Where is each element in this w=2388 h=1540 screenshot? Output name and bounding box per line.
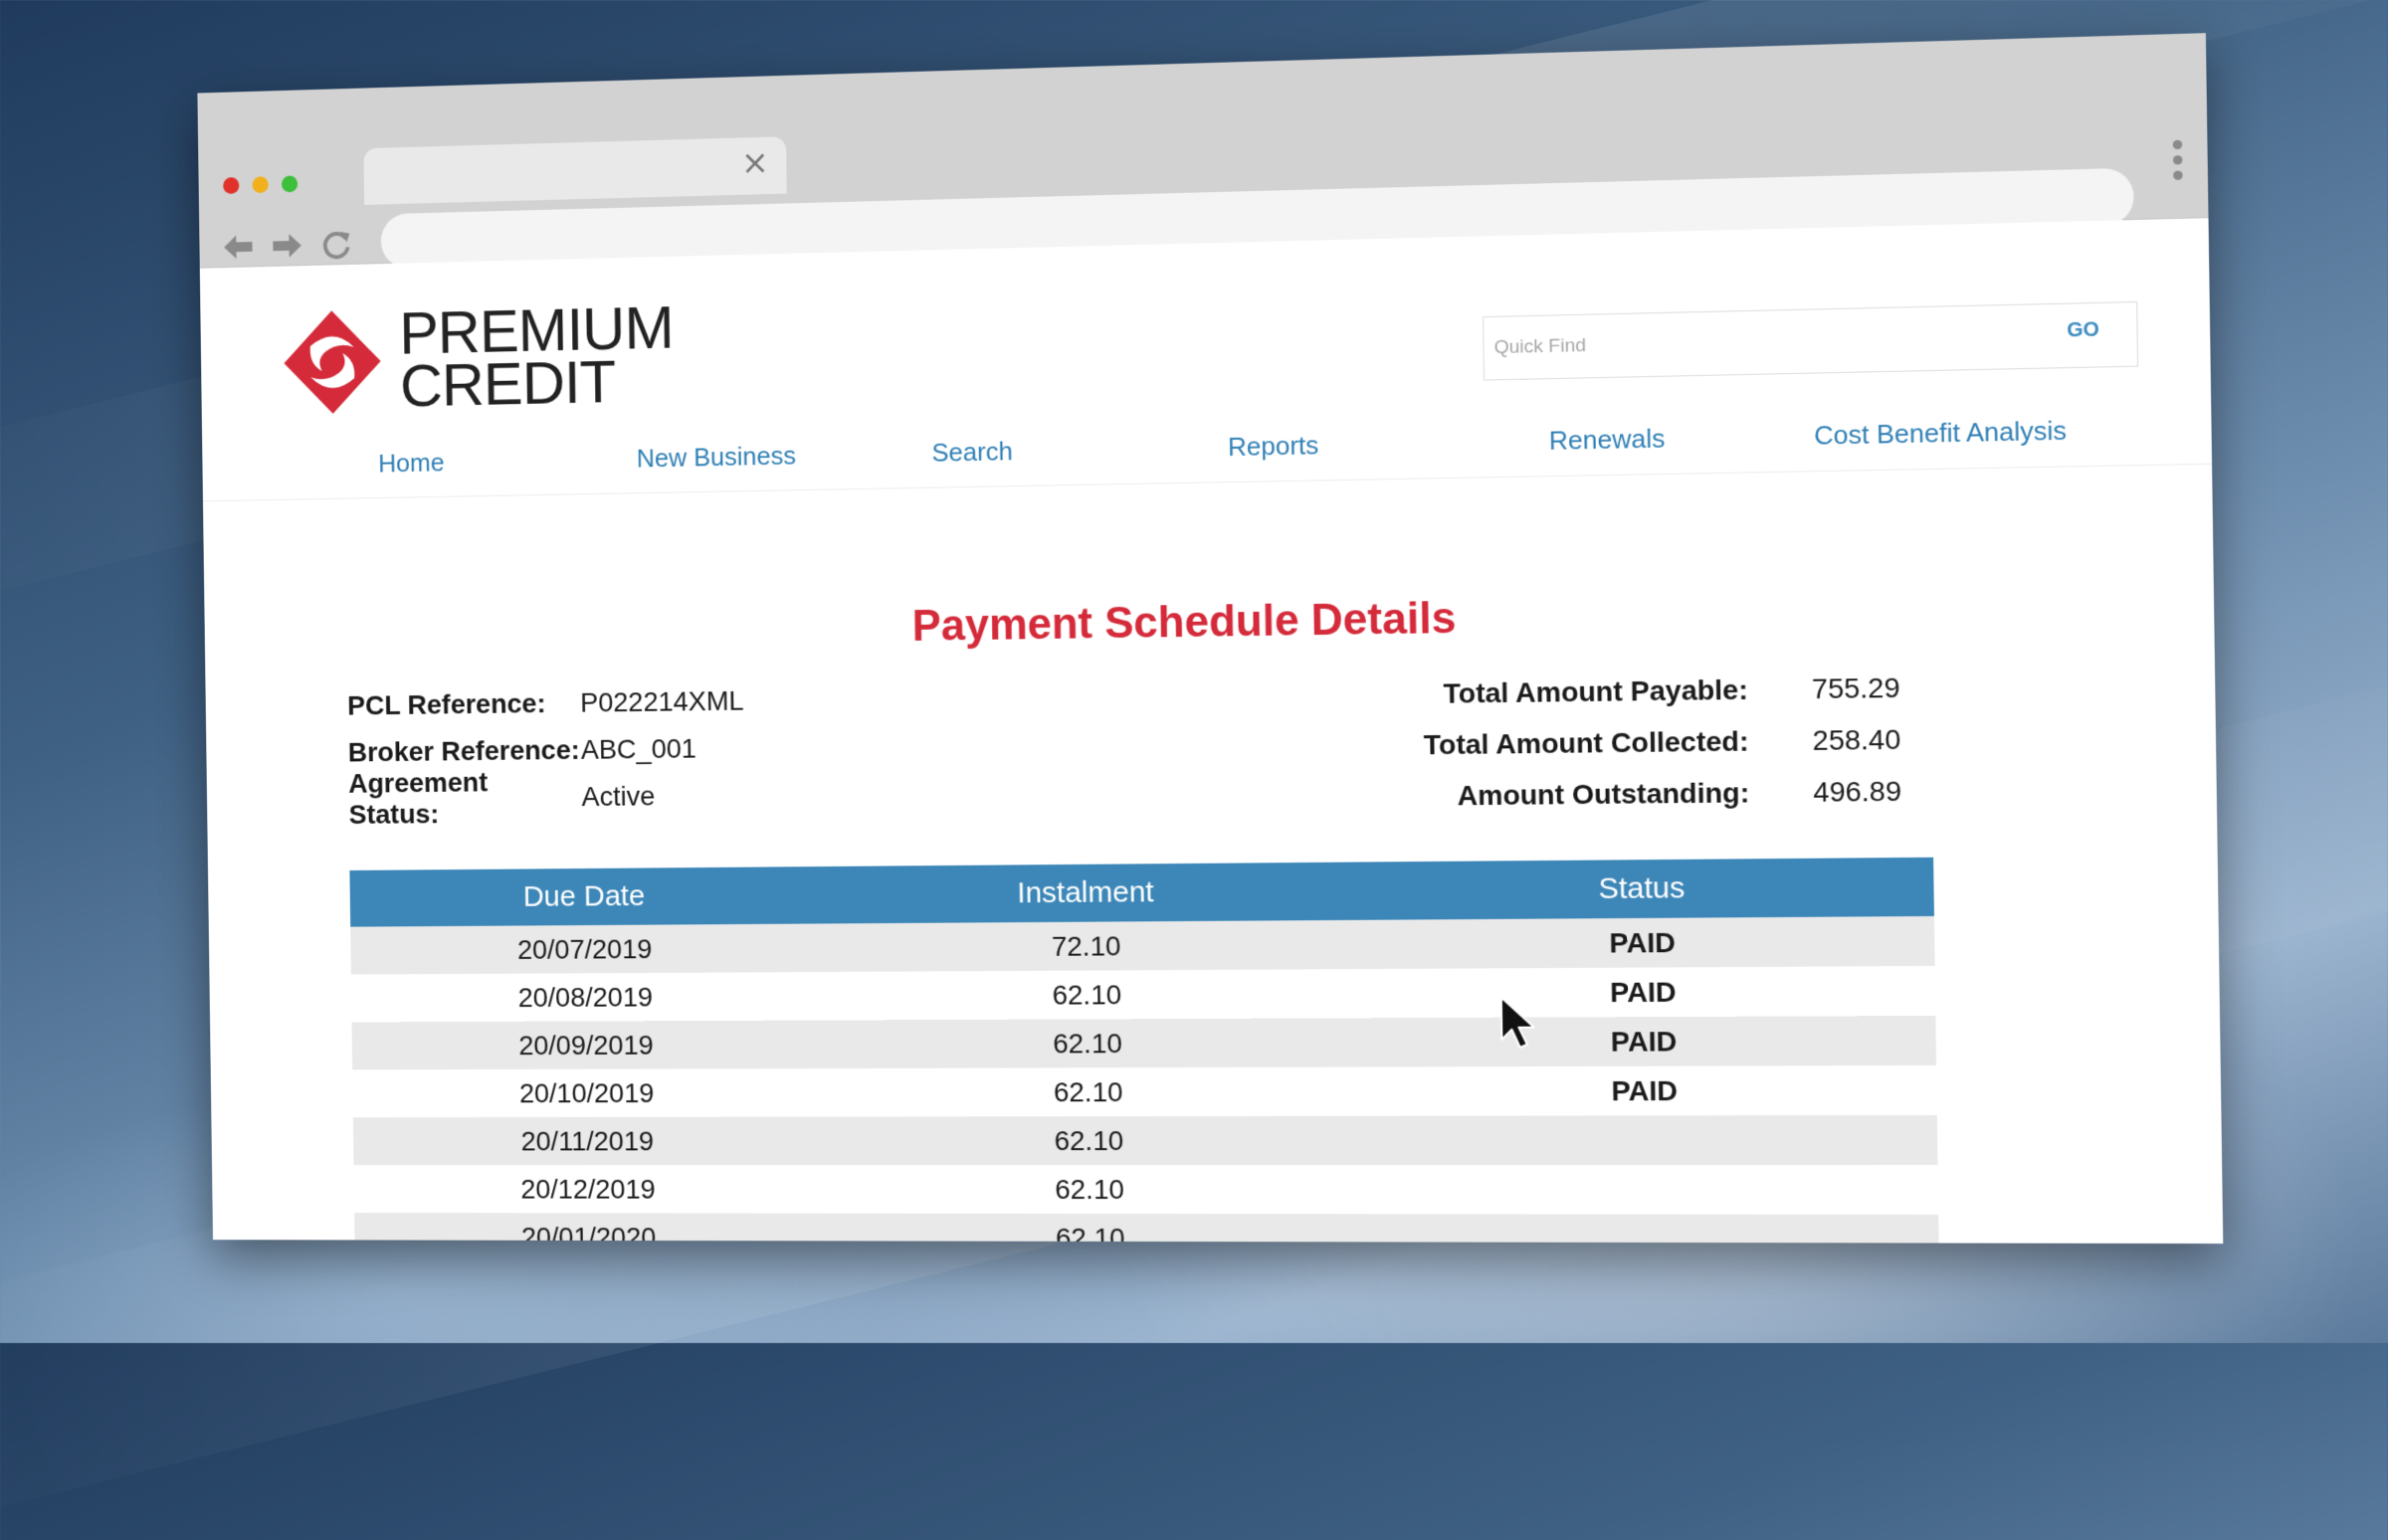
back-arrow-icon[interactable] — [222, 230, 255, 264]
broker-reference-label: Broker Reference: — [348, 734, 581, 768]
total-collected-label: Total Amount Collected: — [1331, 725, 1748, 762]
browser-window: × PREMIUM CREDIT — [197, 33, 2223, 1244]
reload-icon[interactable] — [320, 228, 353, 262]
payment-schedule-table: Due Date Instalment Status 20/07/2019 72… — [349, 858, 1938, 1244]
status-cell: PAID — [1356, 1025, 1936, 1059]
close-icon[interactable]: × — [741, 143, 769, 183]
column-header-instalment[interactable]: Instalment — [821, 874, 1354, 912]
logo-wordmark: PREMIUM CREDIT — [399, 301, 675, 413]
nav-new-business[interactable]: New Business — [637, 441, 797, 475]
table-row: 20/11/2019 62.10 — [353, 1115, 1938, 1165]
table-row: 20/07/2019 72.10 PAID — [350, 916, 1934, 975]
table-row: 20/12/2019 62.10 — [353, 1165, 1938, 1215]
status-cell — [1359, 1239, 1939, 1240]
total-payable-label: Total Amount Payable: — [1331, 674, 1748, 711]
instalment-cell: 62.10 — [825, 1174, 1358, 1206]
agreement-details: PCL Reference: P022214XML Broker Referen… — [347, 677, 745, 823]
instalment-cell: 62.10 — [824, 1124, 1357, 1156]
instalment-cell: 62.10 — [823, 1027, 1356, 1060]
amount-summary: Total Amount Payable: 755.29 Total Amoun… — [1330, 662, 1901, 822]
due-date-cell: 20/11/2019 — [353, 1125, 825, 1157]
page-title: Payment Schedule Details — [204, 582, 2214, 662]
web-page: PREMIUM CREDIT GO Home New Business Sear… — [200, 218, 2224, 1244]
table-row: 20/09/2019 62.10 PAID — [351, 1016, 1936, 1069]
pcl-reference-value: P022214XML — [580, 685, 744, 719]
go-button[interactable]: GO — [2061, 317, 2106, 344]
nav-renewals[interactable]: Renewals — [1549, 423, 1666, 457]
instalment-cell: 62.10 — [822, 978, 1355, 1012]
mouse-pointer-icon — [1498, 995, 1539, 1052]
agreement-status-label: Agreement Status: — [348, 766, 582, 831]
instalment-cell: 62.10 — [825, 1222, 1358, 1244]
amount-outstanding-row: Amount Outstanding: 496.89 — [1332, 765, 1901, 822]
menu-kebab-icon[interactable] — [2173, 140, 2183, 180]
total-payable-value: 755.29 — [1748, 672, 1900, 706]
premium-credit-logo[interactable]: PREMIUM CREDIT — [282, 300, 675, 417]
window-controls — [223, 175, 298, 194]
browser-tab[interactable]: × — [363, 136, 786, 205]
nav-reports[interactable]: Reports — [1228, 430, 1319, 463]
status-cell: PAID — [1356, 1074, 1936, 1108]
instalment-cell: 72.10 — [821, 928, 1354, 963]
table-row: 20/10/2019 62.10 PAID — [352, 1065, 1937, 1117]
agreement-status-row: Agreement Status: Active — [348, 772, 745, 823]
table-row: 20/08/2019 62.10 PAID — [351, 966, 1936, 1023]
total-collected-value: 258.40 — [1748, 723, 1900, 757]
amount-outstanding-value: 496.89 — [1749, 775, 1901, 809]
column-header-status[interactable]: Status — [1353, 869, 1933, 908]
due-date-cell: 20/08/2019 — [351, 980, 823, 1014]
instalment-cell: 62.10 — [823, 1075, 1356, 1108]
agreement-status-value: Active — [581, 781, 655, 813]
quick-find-box: GO — [1483, 301, 2138, 381]
broker-reference-value: ABC_001 — [581, 733, 697, 766]
due-date-cell: 20/10/2019 — [352, 1076, 824, 1108]
amount-outstanding-label: Amount Outstanding: — [1332, 777, 1749, 814]
table-row: 20/01/2020 62.10 — [354, 1213, 1939, 1244]
close-window-button[interactable] — [223, 177, 239, 194]
pcl-reference-row: PCL Reference: P022214XML — [347, 677, 744, 729]
due-date-cell: 20/07/2019 — [350, 932, 822, 966]
nav-home[interactable]: Home — [378, 448, 445, 480]
quick-find-input[interactable] — [1492, 315, 2029, 370]
nav-search[interactable]: Search — [931, 436, 1013, 468]
table-body: 20/07/2019 72.10 PAID 20/08/2019 62.10 P… — [350, 916, 1939, 1244]
minimize-window-button[interactable] — [253, 176, 269, 193]
logo-line-credit: CREDIT — [400, 354, 675, 413]
total-payable-row: Total Amount Payable: 755.29 — [1330, 662, 1899, 720]
browser-nav-buttons — [222, 228, 353, 265]
due-date-cell: 20/12/2019 — [354, 1173, 826, 1205]
forward-arrow-icon[interactable] — [271, 229, 303, 263]
column-header-due-date[interactable]: Due Date — [350, 878, 822, 915]
status-cell: PAID — [1355, 975, 1935, 1010]
nav-cost-benefit-analysis[interactable]: Cost Benefit Analysis — [1814, 415, 2067, 452]
logo-mark-icon — [282, 307, 383, 417]
table-header: Due Date Instalment Status — [349, 858, 1934, 927]
status-cell: PAID — [1354, 925, 1934, 961]
pcl-reference-label: PCL Reference: — [347, 687, 580, 721]
total-collected-row: Total Amount Collected: 258.40 — [1331, 713, 1900, 771]
maximize-window-button[interactable] — [282, 175, 298, 192]
due-date-cell: 20/09/2019 — [352, 1029, 824, 1061]
